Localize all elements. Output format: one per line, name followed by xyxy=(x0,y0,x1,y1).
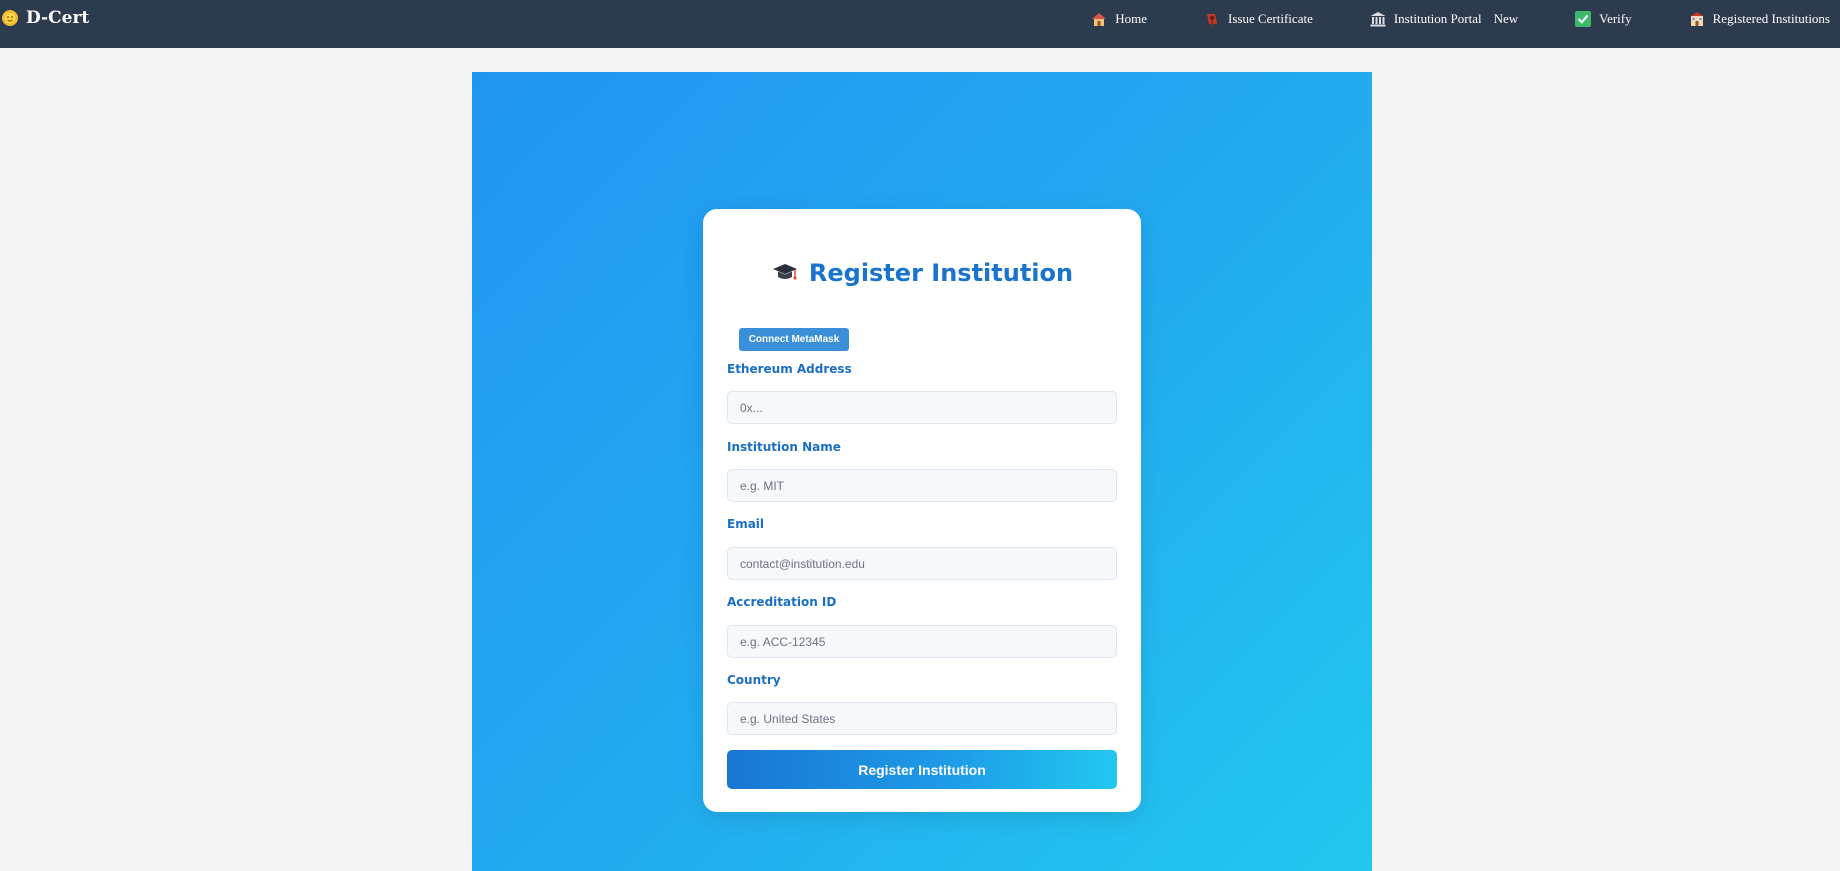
nav-item-issue-certificate[interactable]: Issue Certificate xyxy=(1203,10,1313,28)
nav-item-verify[interactable]: Verify xyxy=(1574,10,1632,28)
accreditation-id-label: Accreditation ID xyxy=(727,595,837,609)
sun-icon xyxy=(0,8,20,28)
country-input[interactable] xyxy=(727,702,1117,735)
ethereum-address-input[interactable] xyxy=(727,391,1117,424)
form-title: Register Institution xyxy=(703,259,1141,287)
scroll-icon xyxy=(1203,10,1221,28)
nav-item-institution-portal[interactable]: Institution Portal New xyxy=(1369,10,1518,28)
top-navbar: D-Cert Home Issue Certificate Institutio… xyxy=(0,0,1840,48)
nav-label-home: Home xyxy=(1115,11,1148,26)
graduation-cap-icon xyxy=(771,260,799,286)
accreditation-id-input[interactable] xyxy=(727,625,1117,658)
nav-label-verify: Verify xyxy=(1599,11,1632,26)
ethereum-address-label: Ethereum Address xyxy=(727,362,852,376)
register-institution-card: Register Institution Connect MetaMask Et… xyxy=(703,209,1141,812)
email-label: Email xyxy=(727,517,765,531)
register-institution-button[interactable]: Register Institution xyxy=(727,750,1117,789)
nav-item-home[interactable]: Home xyxy=(1090,10,1147,28)
brand-name: D-Cert xyxy=(26,8,90,28)
house-icon xyxy=(1090,10,1108,28)
nav-label-institution-portal: Institution Portal xyxy=(1393,11,1482,26)
classical-building-icon xyxy=(1369,10,1387,28)
institution-name-label: Institution Name xyxy=(727,440,841,454)
country-label: Country xyxy=(727,673,781,687)
brand-logo[interactable]: D-Cert xyxy=(0,7,89,29)
check-box-icon xyxy=(1574,10,1592,28)
nav-item-registered-institutions[interactable]: Registered Institutions xyxy=(1688,10,1830,28)
nav-label-registered-institutions: Registered Institutions xyxy=(1712,11,1830,26)
new-badge: New xyxy=(1493,11,1519,26)
nav-label-issue-certificate: Issue Certificate xyxy=(1228,11,1313,26)
nav-links: Home Issue Certificate Institution Porta… xyxy=(1090,8,1830,30)
form-title-text: Register Institution xyxy=(808,259,1074,287)
institution-name-input[interactable] xyxy=(727,469,1117,502)
email-input[interactable] xyxy=(727,547,1117,580)
school-icon xyxy=(1688,10,1706,28)
connect-metamask-button[interactable]: Connect MetaMask xyxy=(739,328,849,351)
